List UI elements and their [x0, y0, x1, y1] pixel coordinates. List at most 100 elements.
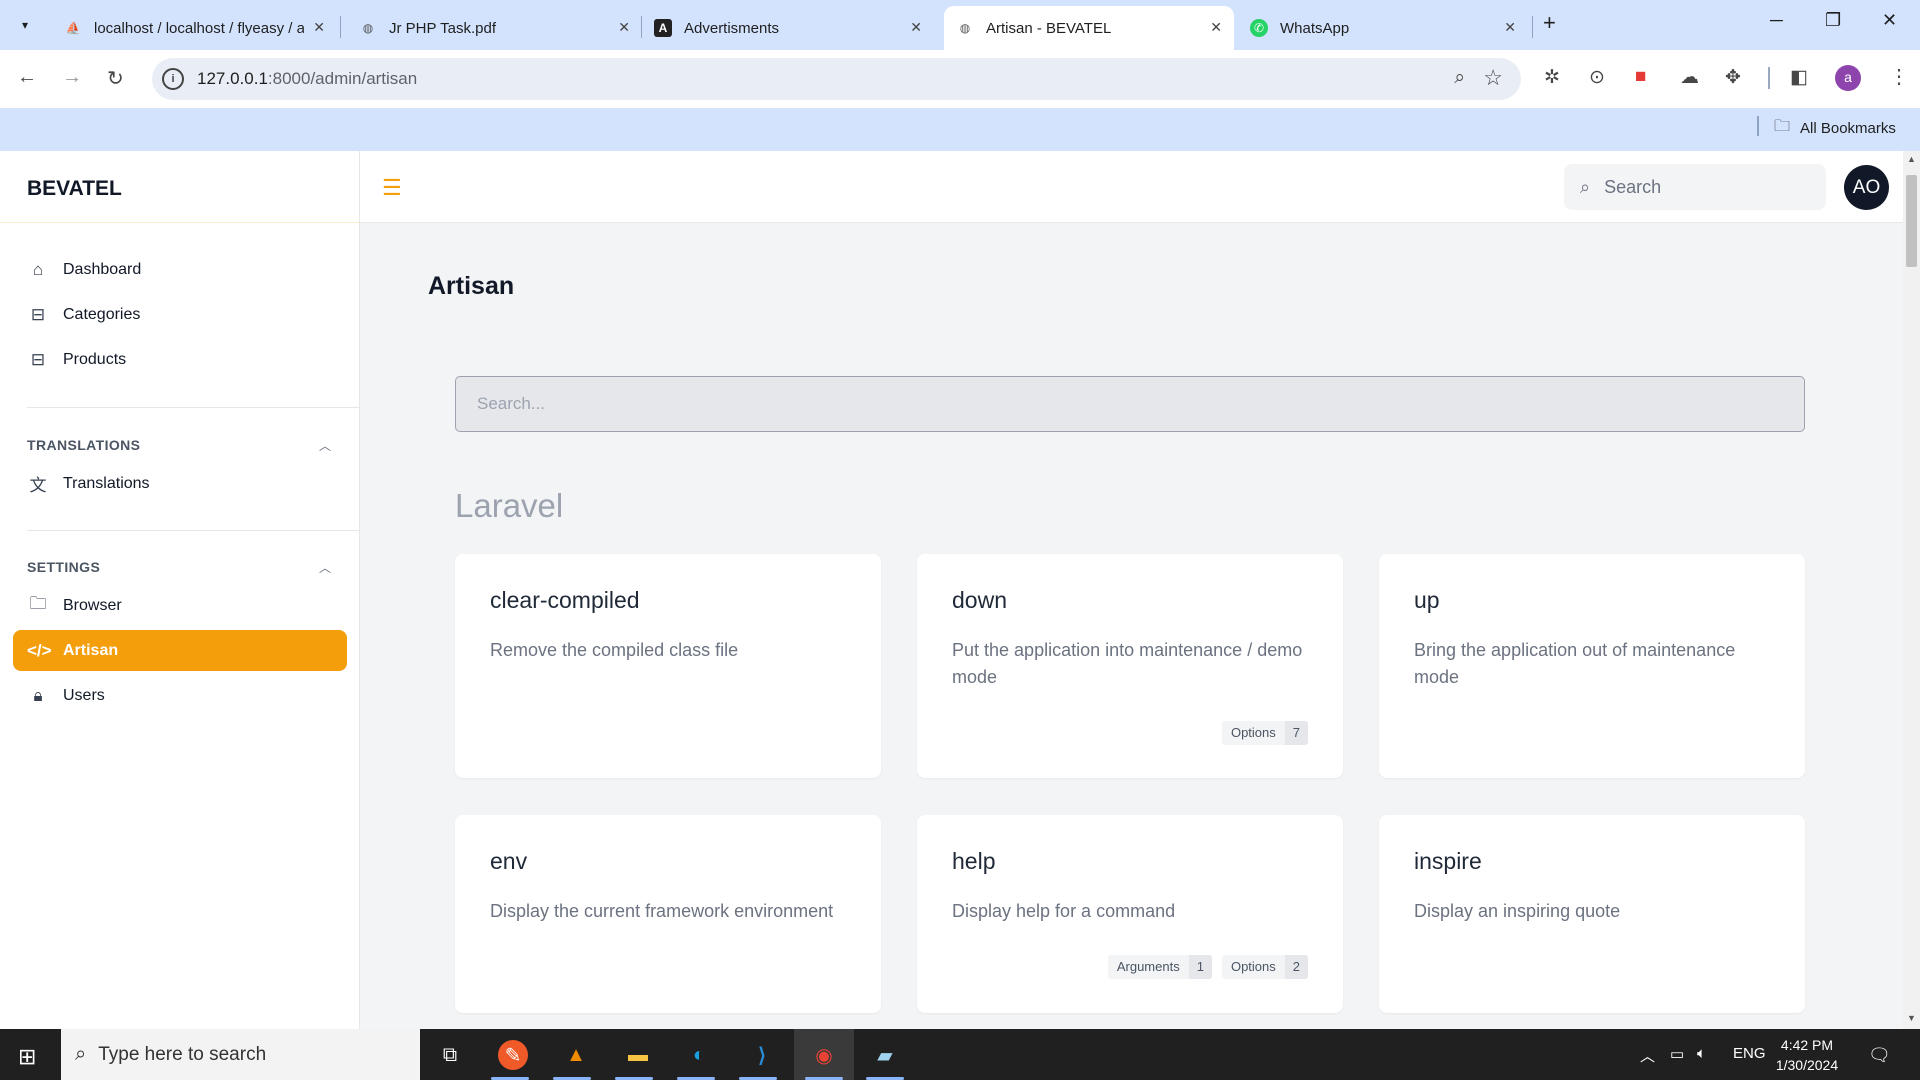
global-search-input[interactable]: ⌕ Search — [1564, 164, 1826, 210]
badge-count: 7 — [1284, 721, 1308, 745]
sidebar-item-users[interactable]: 🔒︎ Users — [13, 675, 347, 716]
battery-icon[interactable]: ▭ — [1670, 1045, 1684, 1063]
extension-bug-icon[interactable]: ✲ — [1544, 66, 1560, 89]
sidebar-item-label: Artisan — [63, 641, 119, 659]
sidebar-item-label: Categories — [63, 305, 141, 323]
section-title-translations[interactable]: TRANSLATIONS — [27, 437, 140, 453]
command-card-inspire[interactable]: inspire Display an inspiring quote — [1379, 815, 1805, 1013]
site-info-icon[interactable]: i — [162, 68, 184, 90]
command-card-down[interactable]: down Put the application into maintenanc… — [917, 554, 1343, 778]
windows-start-icon[interactable]: ⊞ — [18, 1044, 36, 1070]
tab-artisan[interactable]: ◍ Artisan - BEVATEL ✕ — [944, 6, 1234, 50]
bookmarks-separator — [1757, 116, 1759, 136]
sidebar-item-translations[interactable]: 文 Translations — [13, 463, 347, 504]
badge-label: Options — [1221, 955, 1285, 979]
tab-phpmyadmin[interactable]: ⛵ localhost / localhost / flyeasy / a ✕ — [52, 6, 337, 50]
extension-code-icon[interactable]: ⊙ — [1589, 66, 1605, 89]
app-topbar: ☰ ⌕ Search AO — [360, 151, 1903, 223]
command-badges: Arguments 1 Options 2 — [1107, 955, 1308, 979]
code-icon: </> — [27, 640, 52, 660]
notepad-icon[interactable]: ▰ — [869, 1040, 901, 1070]
tab-strip: ▾ ⛵ localhost / localhost / flyeasy / a … — [0, 0, 1920, 50]
task-view-icon[interactable]: ⧉ — [434, 1040, 466, 1070]
chrome-icon[interactable]: ◉ — [808, 1040, 840, 1070]
badge-count: 1 — [1188, 955, 1212, 979]
sidebar-item-products[interactable]: ⊟ Products — [13, 339, 347, 380]
folder-icon: 🗀 — [29, 594, 47, 613]
chevron-up-icon[interactable]: ︿ — [1640, 1045, 1655, 1066]
user-avatar[interactable]: AO — [1844, 165, 1889, 210]
scroll-down-arrow-icon[interactable]: ▼ — [1907, 1013, 1916, 1023]
language-indicator[interactable]: ENG — [1733, 1045, 1766, 1062]
restore-button[interactable]: ❐ — [1825, 10, 1841, 31]
tab-separator — [1532, 16, 1533, 38]
postman-icon[interactable]: ✎ — [498, 1040, 528, 1070]
vscode-icon[interactable]: ⟩ — [746, 1040, 778, 1070]
command-description: Display an inspiring quote — [1414, 901, 1621, 921]
command-name: help — [952, 848, 996, 874]
command-card-help[interactable]: help Display help for a command Argument… — [917, 815, 1343, 1013]
minimize-button[interactable]: ─ — [1770, 10, 1783, 31]
chevron-up-icon[interactable]: ︿ — [319, 437, 331, 454]
hamburger-menu-icon[interactable]: ☰ — [382, 175, 402, 201]
search-icon: ⌕ — [1580, 176, 1591, 197]
zoom-icon[interactable]: ⌕ — [1454, 67, 1465, 89]
reload-button[interactable]: ↻ — [107, 66, 124, 91]
volume-icon[interactable]: 🔈︎ — [1697, 1045, 1706, 1062]
tab-title: Jr PHP Task.pdf — [389, 19, 496, 37]
close-icon[interactable]: ✕ — [1504, 19, 1516, 36]
extension-cloud-icon[interactable]: ☁ — [1680, 66, 1699, 89]
address-bar[interactable]: i 127.0.0.1:8000/admin/artisan ⌕ ☆ — [152, 58, 1521, 100]
notifications-icon[interactable]: 🗨︎ — [1868, 1045, 1891, 1066]
taskbar-clock[interactable]: 4:42 PM 1/30/2024 — [1762, 1035, 1852, 1075]
search-placeholder: Search — [1604, 176, 1662, 197]
windows-taskbar: ⊞ ⌕ Type here to search ⧉ ✎ ▲ ▬ ◐ ⟩ ◉ ▰ … — [0, 1029, 1920, 1080]
sidebar-item-browser[interactable]: 🗀 Browser — [13, 585, 347, 626]
command-card-up[interactable]: up Bring the application out of maintena… — [1379, 554, 1805, 778]
taskbar-search-input[interactable]: ⌕ Type here to search — [61, 1029, 420, 1080]
tab-advertisments[interactable]: A Advertisments ✕ — [642, 6, 934, 50]
page-scrollbar[interactable] — [1903, 151, 1920, 1029]
section-title-settings[interactable]: SETTINGS — [27, 559, 100, 575]
chevron-up-icon[interactable]: ︿ — [319, 559, 331, 576]
brand-logo[interactable]: BEVATEL — [27, 177, 122, 201]
sidebar-item-categories[interactable]: ⊟ Categories — [13, 294, 347, 335]
extension-color-icon[interactable]: ■ — [1635, 66, 1646, 88]
command-card-env[interactable]: env Display the current framework enviro… — [455, 815, 881, 1013]
clock-time: 4:42 PM — [1780, 1037, 1834, 1053]
file-explorer-icon[interactable]: ▬ — [622, 1040, 654, 1070]
close-icon[interactable]: ✕ — [1210, 19, 1222, 36]
bookmark-star-icon[interactable]: ☆ — [1483, 65, 1503, 91]
close-icon[interactable]: ✕ — [313, 19, 325, 36]
edge-icon[interactable]: ◐ — [683, 1040, 715, 1070]
close-window-button[interactable]: ✕ — [1882, 10, 1897, 31]
back-button[interactable]: ← — [17, 66, 37, 89]
arguments-badge: Arguments 1 — [1107, 955, 1212, 979]
command-description: Put the application into maintenance / d… — [952, 640, 1303, 687]
all-bookmarks-button[interactable]: 🗀 All Bookmarks — [1760, 115, 1896, 142]
scrollbar-thumb[interactable] — [1906, 175, 1917, 267]
tab-pdf[interactable]: ◍ Jr PHP Task.pdf ✕ — [347, 6, 642, 50]
extensions-puzzle-icon[interactable]: ✥ — [1725, 66, 1741, 89]
command-name: clear-compiled — [490, 587, 640, 613]
forward-button[interactable]: → — [62, 66, 82, 89]
side-panel-icon[interactable]: ◧ — [1790, 66, 1808, 89]
close-icon[interactable]: ✕ — [618, 19, 630, 36]
scroll-up-arrow-icon[interactable]: ▲ — [1907, 154, 1916, 164]
home-icon: ⌂ — [32, 259, 44, 279]
a-logo-icon: A — [654, 19, 672, 37]
tab-whatsapp[interactable]: ✆ WhatsApp ✕ — [1238, 6, 1528, 50]
vlc-icon[interactable]: ▲ — [560, 1040, 592, 1070]
options-badge: Options 2 — [1221, 955, 1308, 979]
sidebar-item-dashboard[interactable]: ⌂ Dashboard — [13, 249, 347, 290]
command-card-clear-compiled[interactable]: clear-compiled Remove the compiled class… — [455, 554, 881, 778]
new-tab-button[interactable]: + — [1543, 10, 1556, 36]
browser-menu-icon[interactable]: ⋮ — [1889, 64, 1909, 89]
profile-avatar[interactable]: a — [1835, 65, 1861, 91]
close-icon[interactable]: ✕ — [910, 19, 922, 36]
command-search-input[interactable] — [455, 376, 1805, 432]
tab-search-button[interactable]: ▾ — [10, 10, 40, 40]
taskbar-search-placeholder: Type here to search — [98, 1043, 267, 1065]
sidebar-item-artisan[interactable]: </> Artisan — [13, 630, 347, 671]
command-description: Bring the application out of maintenance… — [1414, 640, 1736, 687]
